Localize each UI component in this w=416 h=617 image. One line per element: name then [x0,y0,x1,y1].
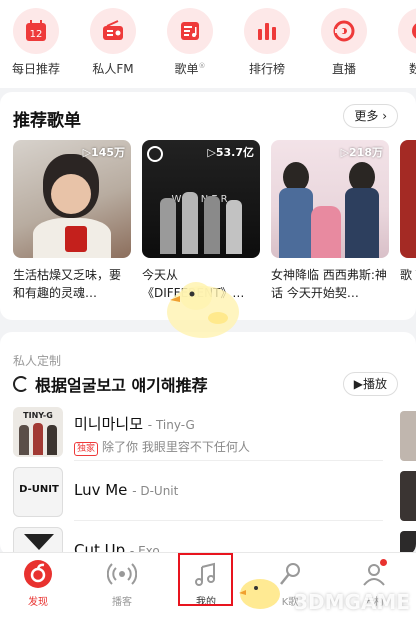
quick-label: 歌单® [174,62,206,76]
play-icon: ▶ [353,377,363,391]
cloud-village-icon [359,559,389,589]
podcast-icon [107,559,137,589]
live-icon [321,8,367,54]
quick-label: 排行榜 [248,62,285,76]
song-artist: - D-Unit [132,484,179,498]
refresh-icon[interactable] [13,376,29,392]
exclusive-badge: 独家 [74,442,99,456]
quick-private-fm[interactable]: 私人FM [77,8,149,77]
section-subtitle: 私人定制 [13,354,62,368]
watermark: 3DMGAME [294,590,410,614]
notification-dot [380,559,387,566]
mascot-watermark-icon [167,282,239,338]
quick-ranking[interactable]: 排行榜 [231,8,303,77]
playlist-cover: WINNER ▷53.7亿 [142,140,260,258]
quick-live[interactable]: 直播 [308,8,380,77]
highlight-box [178,553,233,606]
quick-digital-album[interactable]: 数字 [385,8,416,77]
ranking-icon [244,8,290,54]
quick-playlist[interactable]: 歌单® [154,8,226,77]
playlist-name: 生活枯燥又乏味，要和有趣的灵魂… [13,268,122,300]
section-title: 推荐歌单 [13,111,81,131]
svg-text:12: 12 [30,29,43,40]
play-count: ▷53.7亿 [207,146,254,159]
netease-logo-icon [147,146,163,162]
next-column-thumbnail[interactable] [400,471,416,521]
divider [74,520,383,521]
discover-icon [23,559,53,589]
radio-icon [90,8,136,54]
playlist-cover [400,140,416,258]
quick-label: 数字 [408,62,416,76]
section-title: 根据얼굴보고 얘기해推荐 [13,372,208,396]
calendar-icon: 12 [13,8,59,54]
quick-label: 每日推荐 [11,62,60,76]
more-button[interactable]: 更多 › [343,104,398,128]
chevron-right-icon: › [382,109,387,123]
personal-custom-section: 私人定制 根据얼굴보고 얘기해推荐 ▶播放 TINY-G 미니마니모 - Tin… [0,332,416,556]
song-row[interactable]: TINY-G 미니마니모 - Tiny-G 独家 除了你 我眼里容不下任何人 [13,407,383,463]
song-thumbnail: TINY-G [13,407,63,457]
song-title: Luv Me - D-Unit [74,481,179,499]
divider [74,460,383,461]
playlist-tile[interactable]: ▷145万 生活枯燥又乏味，要和有趣的灵魂… [13,140,131,302]
play-count: ▷145万 [82,146,125,159]
song-desc-line: 独家 除了你 我眼里容不下任何人 [74,438,250,456]
quick-label: 私人FM [92,62,134,76]
tab-discover[interactable]: 发现 [8,559,68,608]
play-all-button[interactable]: ▶播放 [342,372,398,396]
playlist-icon [167,8,213,54]
play-count: ▷218万 [340,146,383,159]
tab-label: 播客 [112,597,132,608]
song-row[interactable]: D-UNIT Luv Me - D-Unit [13,467,383,523]
tab-label: 发现 [28,597,48,608]
tab-podcast[interactable]: 播客 [92,559,152,608]
playlist-name: 歌 Tar [400,268,416,282]
playlist-cover: ▷145万 [13,140,131,258]
quick-daily-recommend[interactable]: 12 每日推荐 [0,8,72,77]
next-column-thumbnail[interactable] [400,411,416,461]
playlist-cover: ▷218万 [271,140,389,258]
song-title: 미니마니모 - Tiny-G [74,415,195,433]
song-thumbnail: D-UNIT [13,467,63,517]
mascot-small-icon [239,579,280,609]
playlist-name: 女神降临 西西弗斯:神话 今天开始契… [271,268,387,300]
playlist-tile[interactable]: 歌 Tar [400,140,416,302]
playlist-tile[interactable]: ▷218万 女神降临 西西弗斯:神话 今天开始契… [271,140,389,302]
quick-entry-row: 12 每日推荐 私人FM 歌单® 排行榜 直播 数字 [0,0,416,88]
digital-album-icon [398,8,416,54]
song-artist: - Tiny-G [147,418,195,432]
quick-label: 直播 [331,62,356,76]
